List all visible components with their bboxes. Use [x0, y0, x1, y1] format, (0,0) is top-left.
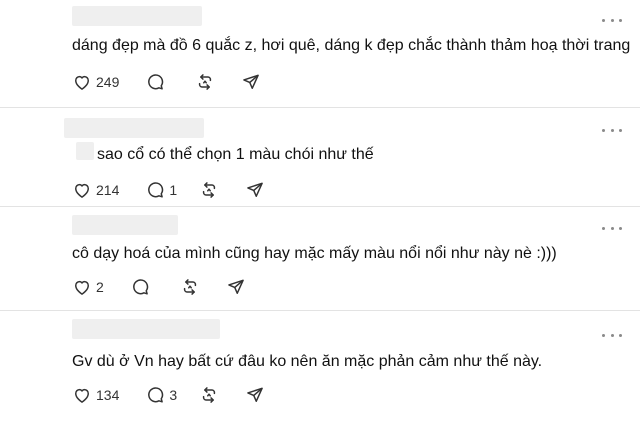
username-redacted	[72, 215, 178, 235]
reply-button[interactable]: 1	[145, 180, 177, 200]
like-count: 214	[96, 182, 120, 198]
comment-icon	[132, 279, 149, 295]
send-icon	[247, 182, 263, 197]
more-icon	[602, 333, 605, 337]
comment-icon	[148, 387, 164, 403]
repost-button[interactable]	[195, 72, 215, 92]
repost-button[interactable]	[199, 180, 219, 200]
share-button[interactable]	[245, 385, 265, 405]
like-button[interactable]: 134	[72, 385, 119, 405]
like-button[interactable]: 249	[72, 72, 119, 92]
reply-count: 1	[169, 182, 178, 198]
comment-actions: 214 1	[72, 178, 291, 202]
repost-button[interactable]	[199, 385, 219, 405]
like-button[interactable]: 2	[72, 277, 104, 297]
more-icon	[602, 226, 605, 230]
like-count: 134	[96, 387, 120, 403]
comment-icon	[148, 74, 164, 90]
reply-button[interactable]: 3	[145, 385, 177, 405]
more-icon	[602, 128, 605, 132]
repost-icon	[202, 387, 216, 403]
username-redacted	[64, 118, 204, 138]
more-options-button[interactable]	[602, 222, 622, 234]
like-count: 249	[96, 74, 120, 90]
like-button[interactable]: 214	[72, 180, 119, 200]
more-options-button[interactable]	[602, 329, 622, 341]
more-icon	[602, 18, 605, 22]
more-options-button[interactable]	[602, 14, 622, 26]
reply-count: 3	[169, 387, 178, 403]
comment-item: sao cổ có thể chọn 1 màu chói như thế 21…	[0, 108, 640, 206]
comment-actions: 249	[72, 70, 287, 94]
repost-icon	[199, 74, 212, 90]
comment-actions: 134 3	[72, 383, 291, 407]
repost-icon	[183, 279, 196, 295]
heart-icon	[75, 280, 89, 295]
comment-actions: 2	[72, 275, 272, 299]
comment-item: dáng đẹp mà đồ 6 quắc z, hơi quê, dáng k…	[0, 0, 640, 107]
reply-button[interactable]	[145, 72, 169, 92]
heart-icon	[75, 183, 89, 198]
repost-button[interactable]	[180, 277, 200, 297]
comment-text: dáng đẹp mà đồ 6 quắc z, hơi quê, dáng k…	[72, 37, 631, 54]
send-icon	[243, 74, 260, 89]
heart-icon	[75, 388, 89, 403]
username-redacted	[72, 6, 202, 26]
username-redacted	[72, 319, 220, 339]
comment-text: Gv dù ở Vn hay bất cứ đâu ko nên ăn mặc …	[72, 353, 543, 370]
share-button[interactable]	[226, 277, 246, 297]
comment-item: Gv dù ở Vn hay bất cứ đâu ko nên ăn mặc …	[0, 311, 640, 422]
username-redacted	[76, 142, 94, 160]
send-icon	[247, 387, 263, 402]
comment-text: sao cổ có thể chọn 1 màu chói như thế	[97, 146, 374, 163]
more-options-button[interactable]	[602, 124, 622, 136]
send-icon	[227, 279, 244, 294]
heart-icon	[75, 75, 89, 90]
repost-icon	[202, 182, 216, 198]
comment-text: cô dạy hoá của mình cũng hay mặc mấy màu…	[72, 245, 557, 262]
comment-icon	[148, 182, 164, 198]
share-button[interactable]	[245, 180, 265, 200]
reply-button[interactable]	[130, 277, 154, 297]
like-count: 2	[96, 279, 104, 295]
comment-item: cô dạy hoá của mình cũng hay mặc mấy màu…	[0, 207, 640, 310]
share-button[interactable]	[241, 72, 261, 92]
